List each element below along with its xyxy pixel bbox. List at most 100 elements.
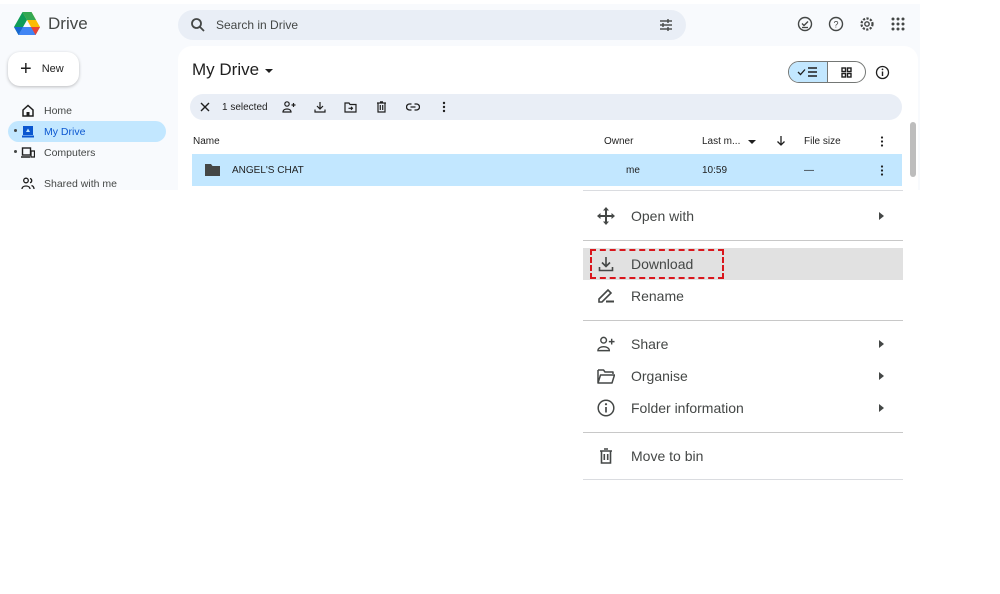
menu-item-share[interactable]: Share <box>583 328 903 360</box>
info-icon <box>597 399 615 417</box>
submenu-arrow-icon <box>879 340 884 348</box>
search-input[interactable] <box>216 10 616 40</box>
menu-item-label: Organise <box>631 368 688 384</box>
file-name: ANGEL'S CHAT <box>232 165 304 176</box>
computers-icon <box>21 147 35 158</box>
sidebar-item-label: Home <box>44 104 73 117</box>
expand-caret-icon[interactable] <box>14 150 17 153</box>
column-headers: Name Owner Last m... File size <box>192 128 904 154</box>
main-panel: My Drive 1 selected Name Owner Last m...… <box>178 46 918 190</box>
close-icon <box>200 102 210 112</box>
move-to-folder-icon <box>344 101 357 113</box>
column-options-icon[interactable] <box>880 136 884 147</box>
sidebar-item-label: Shared with me <box>44 177 117 190</box>
sidebar-item-label: Computers <box>44 146 96 159</box>
shared-icon <box>21 177 35 190</box>
search-bar[interactable] <box>178 10 686 40</box>
more-actions-button[interactable] <box>437 100 451 114</box>
menu-item-rename[interactable]: Rename <box>583 280 903 312</box>
delete-button[interactable] <box>375 100 389 114</box>
apps-grid-icon[interactable] <box>889 15 907 33</box>
column-owner[interactable]: Owner <box>604 136 633 147</box>
table-row[interactable]: ANGEL'S CHAT me 10:59 — <box>192 154 902 186</box>
selection-count: 1 selected <box>222 101 268 113</box>
details-info-icon[interactable] <box>875 65 890 80</box>
open-with-icon <box>597 207 615 225</box>
sidebar-nav: Home My Drive Computers Shared with me <box>8 100 166 190</box>
folder-icon <box>205 164 220 176</box>
menu-divider <box>583 432 903 433</box>
submenu-arrow-icon <box>879 212 884 220</box>
column-last-modified[interactable]: Last m... <box>702 136 740 147</box>
expand-caret-icon[interactable] <box>14 129 17 132</box>
menu-item-folder-information[interactable]: Folder information <box>583 392 903 424</box>
menu-divider <box>583 240 903 241</box>
file-last-modified: 10:59 <box>702 165 728 176</box>
menu-item-label: Open with <box>631 208 695 224</box>
sidebar-item-shared-with-me[interactable]: Shared with me <box>8 173 166 190</box>
check-icon <box>797 69 806 76</box>
more-vert-icon <box>442 101 445 113</box>
trash-icon <box>377 101 387 113</box>
menu-item-label: Folder information <box>631 400 744 416</box>
sidebar-item-my-drive[interactable]: My Drive <box>8 121 166 142</box>
download-icon <box>598 257 614 272</box>
menu-item-label: Rename <box>631 288 684 304</box>
file-owner: me <box>626 165 640 176</box>
menu-item-organise[interactable]: Organise <box>583 360 903 392</box>
view-toggle <box>788 61 866 83</box>
add-person-icon <box>281 101 296 113</box>
page-title[interactable]: My Drive <box>192 60 274 80</box>
header-actions: ? <box>796 15 907 33</box>
menu-item-move-to-bin[interactable]: Move to bin <box>583 440 903 472</box>
sidebar-item-computers[interactable]: Computers <box>8 142 166 163</box>
share-button[interactable] <box>281 100 296 114</box>
dropdown-arrow-icon <box>265 69 274 73</box>
sidebar-item-label: My Drive <box>44 125 86 138</box>
sort-dropdown-icon[interactable] <box>748 140 756 144</box>
my-drive-icon <box>22 126 34 138</box>
drive-logo-icon <box>14 12 40 35</box>
submenu-arrow-icon <box>879 372 884 380</box>
menu-divider <box>583 320 903 321</box>
menu-item-label: Download <box>631 256 694 272</box>
sidebar-item-home[interactable]: Home <box>8 100 166 121</box>
home-icon <box>22 104 34 117</box>
new-button[interactable]: + New <box>8 52 79 86</box>
clear-selection-button[interactable] <box>198 100 212 114</box>
list-view-button[interactable] <box>789 62 828 82</box>
search-icon[interactable] <box>190 17 206 33</box>
vertical-scrollbar[interactable] <box>910 122 916 177</box>
page-title-text: My Drive <box>192 60 260 79</box>
download-button[interactable] <box>313 100 327 114</box>
copy-link-button[interactable] <box>405 100 420 114</box>
menu-item-label: Move to bin <box>631 448 704 464</box>
new-button-label: New <box>41 63 64 75</box>
rename-icon <box>598 288 614 303</box>
organise-icon <box>597 368 615 384</box>
list-icon <box>807 67 817 77</box>
drive-logo[interactable]: Drive <box>14 12 88 35</box>
selection-toolbar: 1 selected <box>190 94 902 120</box>
column-name[interactable]: Name <box>193 136 220 147</box>
share-icon <box>597 336 615 352</box>
search-options-icon[interactable] <box>658 17 674 33</box>
bin-icon <box>600 448 612 464</box>
menu-item-open-with[interactable]: Open with <box>583 200 903 232</box>
link-icon <box>405 103 420 111</box>
sort-direction-icon[interactable] <box>776 135 786 146</box>
download-icon <box>313 102 326 113</box>
settings-icon[interactable] <box>858 15 876 33</box>
menu-item-label: Share <box>631 336 669 352</box>
row-more-actions-icon[interactable] <box>880 165 884 176</box>
move-button[interactable] <box>344 100 358 114</box>
file-size: — <box>804 165 814 176</box>
context-menu: Open with Download Rename Share Organise… <box>583 190 903 480</box>
menu-item-download[interactable]: Download <box>583 248 903 280</box>
ready-for-offline-icon[interactable] <box>796 15 814 33</box>
column-file-size[interactable]: File size <box>804 136 841 147</box>
plus-icon: + <box>20 58 32 80</box>
help-icon[interactable]: ? <box>827 15 845 33</box>
grid-view-button[interactable] <box>828 62 866 82</box>
